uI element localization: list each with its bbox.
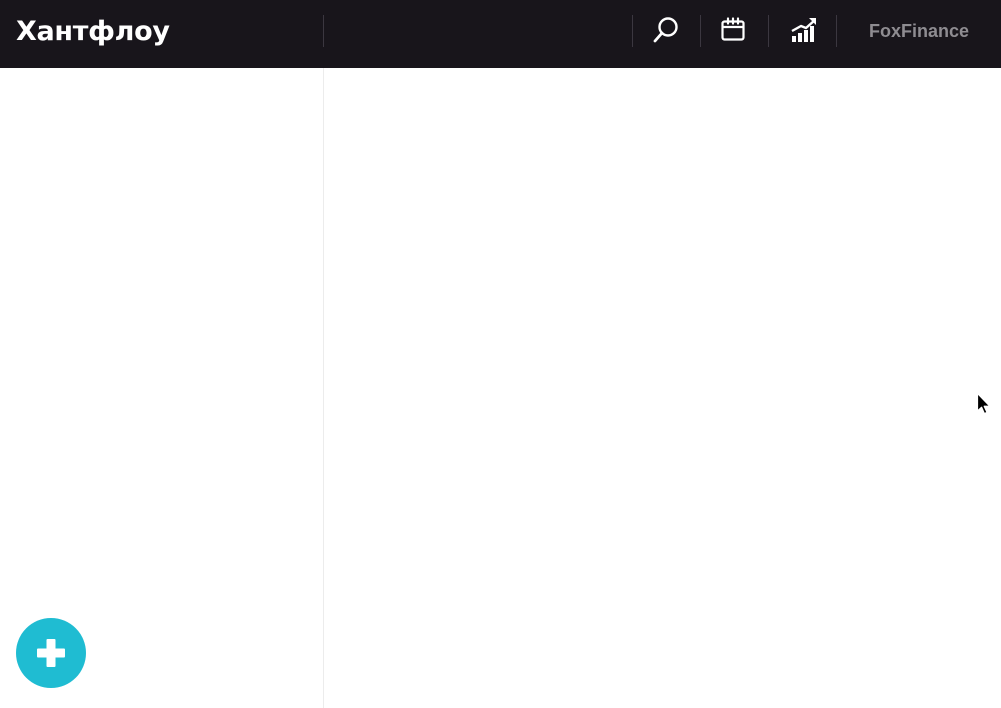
header-divider <box>836 15 837 47</box>
app-logo[interactable]: Хантфлоу <box>16 12 170 52</box>
add-button[interactable] <box>16 618 86 688</box>
calendar-button[interactable] <box>713 12 753 48</box>
sidebar-panel <box>0 68 324 708</box>
main-content-area <box>325 68 1001 708</box>
search-icon <box>653 17 678 43</box>
analytics-button[interactable] <box>784 12 824 48</box>
header-divider <box>768 15 769 47</box>
header-divider <box>632 15 633 47</box>
header-divider <box>323 15 324 47</box>
header-divider <box>700 15 701 47</box>
mouse-cursor-icon <box>976 392 991 415</box>
top-navigation-bar: Хантфлоу FoxFinance <box>0 0 1001 68</box>
analytics-icon <box>791 18 816 42</box>
account-name[interactable]: FoxFinance <box>852 16 986 46</box>
plus-icon <box>37 639 65 667</box>
search-button[interactable] <box>646 12 686 48</box>
calendar-icon <box>721 17 745 41</box>
